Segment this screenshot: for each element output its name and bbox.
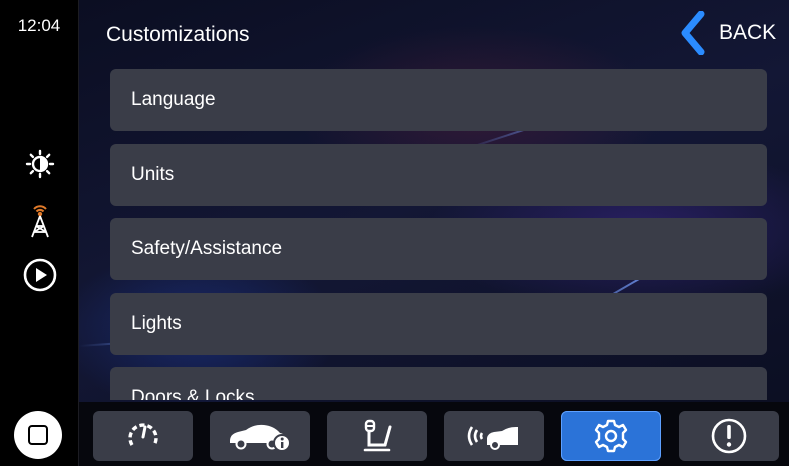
tab-car-info[interactable]: [210, 411, 310, 461]
page-title: Customizations: [106, 23, 250, 46]
home-icon: [28, 425, 48, 445]
clock: 12:04: [17, 16, 61, 35]
menu-item-label: Safety/Assistance: [131, 238, 283, 259]
chevron-left-icon: [681, 11, 705, 55]
seat-icon: [363, 419, 392, 452]
tab-alerts[interactable]: [679, 411, 779, 461]
menu-item-label: Language: [131, 89, 216, 110]
tab-seat[interactable]: [327, 411, 427, 461]
car-sensor-icon: [467, 426, 518, 450]
menu-item-doors-locks[interactable]: Doors & Locks: [110, 367, 767, 400]
menu-item-label: Units: [131, 164, 175, 185]
radio-tower-icon[interactable]: [22, 203, 58, 239]
home-button[interactable]: [14, 411, 62, 459]
tab-car-sensor[interactable]: [444, 411, 544, 461]
back-label: BACK: [719, 21, 777, 44]
tab-settings[interactable]: [561, 411, 661, 461]
bottom-tab-bar: [79, 402, 789, 466]
menu-item-label: Lights: [131, 313, 182, 334]
menu-item-units[interactable]: Units: [110, 144, 767, 206]
menu-item-lights[interactable]: Lights: [110, 293, 767, 355]
menu-list[interactable]: Language Units Safety/Assistance Lights …: [110, 69, 767, 400]
brightness-icon[interactable]: [22, 146, 58, 182]
main-area: Customizations BACK Language Units Safet…: [79, 0, 789, 466]
menu-item-safety-assistance[interactable]: Safety/Assistance: [110, 218, 767, 280]
alert-icon: [711, 418, 747, 454]
tab-gauge[interactable]: [93, 411, 193, 461]
sidebar: 12:04: [0, 0, 79, 466]
menu-item-label: Doors & Locks: [131, 387, 255, 400]
car-info-icon: [230, 424, 291, 452]
menu-item-language[interactable]: Language: [110, 69, 767, 131]
back-button[interactable]: BACK: [671, 8, 789, 58]
play-icon[interactable]: [22, 257, 58, 293]
gauge-icon: [128, 423, 158, 446]
gear-icon: [594, 419, 628, 453]
